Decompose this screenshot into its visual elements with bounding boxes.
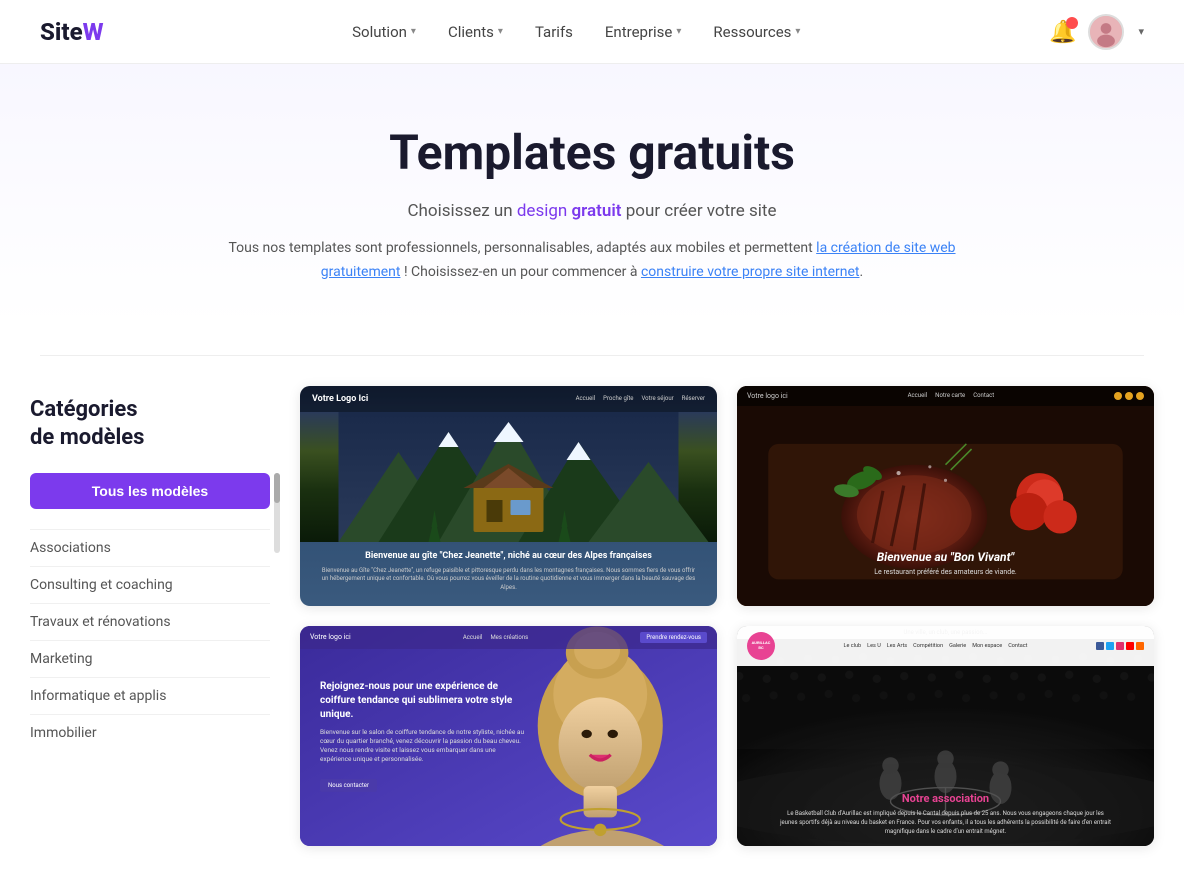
sidebar: Catégories de modèles Tous les modèles A… xyxy=(30,386,270,886)
nav-link-ressources[interactable]: Ressources ▾ xyxy=(713,23,800,41)
nav-item-tarifs[interactable]: Tarifs xyxy=(535,23,573,41)
chevron-down-icon: ▾ xyxy=(795,26,800,37)
chevron-down-icon: ▾ xyxy=(498,26,503,37)
card-2-logo: Votre logo ici xyxy=(747,392,788,400)
nav-item-entreprise[interactable]: Entreprise ▾ xyxy=(605,23,682,41)
category-item-marketing[interactable]: Marketing xyxy=(30,640,270,677)
card-3-title: Rejoignez-nous pour une expérience de co… xyxy=(320,679,529,721)
card-3-content: Rejoignez-nous pour une expérience de co… xyxy=(320,679,529,791)
scrollbar[interactable] xyxy=(274,473,280,553)
dot-1 xyxy=(1114,392,1122,400)
notification-badge xyxy=(1066,17,1078,29)
card-3-description: Bienvenue sur le salon de coiffure tenda… xyxy=(320,727,529,763)
avatar[interactable] xyxy=(1088,14,1124,50)
nav-link-solution[interactable]: Solution ▾ xyxy=(352,23,416,41)
notification-button[interactable]: 🔔 xyxy=(1049,19,1076,45)
card-2-content: Bienvenue au "Bon Vivant" Le restaurant … xyxy=(737,550,1154,576)
scrollbar-thumb[interactable] xyxy=(274,473,280,503)
nav-right-actions: 🔔 ▾ xyxy=(1049,14,1144,50)
logo-text: Site xyxy=(40,18,83,46)
template-card-gite[interactable]: Votre Logo Ici Accueil Proche gîte Votre… xyxy=(300,386,717,606)
section-divider xyxy=(40,355,1144,356)
card-1-nav: Votre Logo Ici Accueil Proche gîte Votre… xyxy=(300,386,717,413)
nav-link-tarifs[interactable]: Tarifs xyxy=(535,23,573,41)
card-4-social-icons xyxy=(1096,642,1144,650)
card-1-hero-image xyxy=(300,412,717,542)
nav-link-entreprise[interactable]: Entreprise ▾ xyxy=(605,23,682,41)
category-item-immobilier[interactable]: Immobilier xyxy=(30,714,270,751)
card-1-title: Bienvenue au gîte "Chez Jeanette", niché… xyxy=(320,550,697,563)
template-card-coiffure[interactable]: Votre logo ici Accueil Mes créations Pre… xyxy=(300,626,717,846)
nav-item-ressources[interactable]: Ressources ▾ xyxy=(713,23,800,41)
logo-w: W xyxy=(83,18,104,46)
card-3-cta: Prendre rendez-vous xyxy=(640,632,707,643)
card-2-nav: Votre logo ici Accueil Notre carte Conta… xyxy=(737,386,1154,406)
card-2-title: Bienvenue au "Bon Vivant" xyxy=(737,550,1154,564)
facebook-icon xyxy=(1096,642,1104,650)
nav-item-solution[interactable]: Solution ▾ xyxy=(352,23,416,41)
hero-subtitle: Choisissez un design gratuit pour créer … xyxy=(20,201,1164,221)
card-4-logo-text: AURILLACBC xyxy=(752,641,771,651)
card-4-content: Notre association Le Basketball Club d'A… xyxy=(737,792,1154,836)
main-content: Catégories de modèles Tous les modèles A… xyxy=(0,386,1184,886)
card-1-logo: Votre Logo Ici xyxy=(312,394,368,405)
main-nav: SiteW Solution ▾ Clients ▾ Tarifs Entrep… xyxy=(0,0,1184,64)
card-4-nav-links: Le club Les U Les Arts Compétition Galer… xyxy=(844,643,1028,649)
card-4-logo: AURILLACBC xyxy=(747,632,775,660)
sidebar-heading: Catégories de modèles xyxy=(30,396,270,453)
card-4-header: AURILLACBC Le club Les U Les Arts Compét… xyxy=(737,626,1154,666)
card-3-logo: Votre logo ici xyxy=(310,633,351,641)
nav-item-clients[interactable]: Clients ▾ xyxy=(448,23,503,41)
card-4-branding: AURILLACBC xyxy=(747,632,775,660)
site-logo[interactable]: SiteW xyxy=(40,18,104,46)
card-3-nav-links: Accueil Mes créations xyxy=(463,634,528,641)
card-2-dots xyxy=(1114,392,1144,400)
category-list: Associations Consulting et coaching Trav… xyxy=(30,529,270,751)
instagram-icon xyxy=(1116,642,1124,650)
twitter-icon xyxy=(1106,642,1114,650)
chevron-down-icon: ▾ xyxy=(676,26,681,37)
card-3-nav: Votre logo ici Accueil Mes créations Pre… xyxy=(300,626,717,649)
category-item-informatique[interactable]: Informatique et applis xyxy=(30,677,270,714)
hero-title: Templates gratuits xyxy=(20,124,1164,181)
hero-link-construire[interactable]: construire votre propre site internet xyxy=(641,264,860,280)
template-card-association[interactable]: AURILLACBC Le club Les U Les Arts Compét… xyxy=(737,626,1154,846)
card-1-content: Bienvenue au gîte "Chez Jeanette", niché… xyxy=(300,542,717,598)
hero-description: Tous nos templates sont professionnels, … xyxy=(202,237,982,285)
nav-links: Solution ▾ Clients ▾ Tarifs Entreprise ▾… xyxy=(352,23,800,41)
avatar-chevron-icon[interactable]: ▾ xyxy=(1138,25,1144,38)
nav-link-clients[interactable]: Clients ▾ xyxy=(448,23,503,41)
rss-icon xyxy=(1136,642,1144,650)
all-templates-button[interactable]: Tous les modèles xyxy=(30,473,270,509)
card-1-nav-links: Accueil Proche gîte Votre séjour Réserve… xyxy=(576,395,705,402)
category-item-travaux[interactable]: Travaux et rénovations xyxy=(30,603,270,640)
dot-2 xyxy=(1125,392,1133,400)
card-2-subtitle: Le restaurant préféré des amateurs de vi… xyxy=(737,568,1154,576)
category-item-associations[interactable]: Associations xyxy=(30,529,270,566)
card-1-description: Bienvenue au Gîte "Chez Jeanette", un re… xyxy=(320,567,697,592)
youtube-icon xyxy=(1126,642,1134,650)
hero-section: Templates gratuits Choisissez un design … xyxy=(0,64,1184,325)
card-4-description: Le Basketball Club d'Aurillac est impliq… xyxy=(779,809,1113,836)
template-card-restaurant[interactable]: Votre logo ici Accueil Notre carte Conta… xyxy=(737,386,1154,606)
card-3-button: Nous contacter xyxy=(320,779,377,792)
templates-grid: Votre Logo Ici Accueil Proche gîte Votre… xyxy=(300,386,1154,886)
card-2-nav-links: Accueil Notre carte Contact xyxy=(908,392,995,399)
dot-3 xyxy=(1136,392,1144,400)
category-item-consulting[interactable]: Consulting et coaching xyxy=(30,566,270,603)
card-4-title: Notre association xyxy=(737,792,1154,805)
chevron-down-icon: ▾ xyxy=(411,26,416,37)
